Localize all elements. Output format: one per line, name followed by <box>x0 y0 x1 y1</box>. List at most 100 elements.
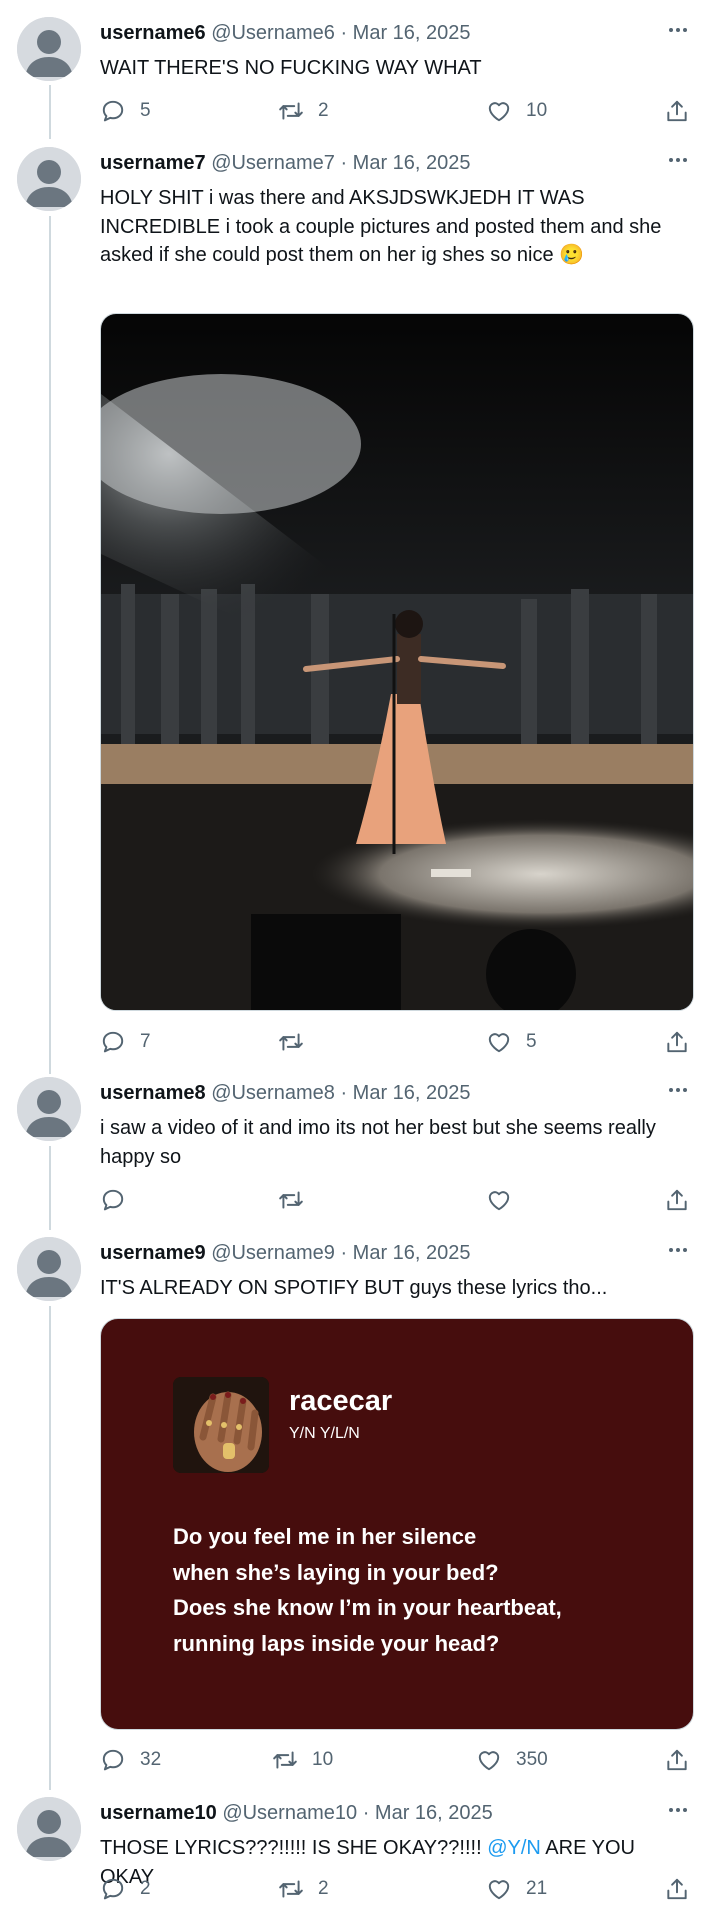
share-icon <box>664 1029 690 1055</box>
display-name[interactable]: username7 <box>100 152 206 174</box>
like-icon <box>486 98 512 124</box>
tweet-text: HOLY SHIT i was there and AKSJDSWKJEDH I… <box>100 187 662 266</box>
share-button[interactable] <box>664 1874 690 1904</box>
tweet-header: username8 @Username8 · Mar 16, 2025 <box>100 1079 471 1107</box>
reply-button[interactable]: 32 <box>100 1745 161 1775</box>
lyrics-line: running laps inside your head? <box>173 1630 500 1656</box>
tweet-actions: 2 2 21 <box>100 1874 692 1904</box>
timestamp[interactable]: Mar 16, 2025 <box>375 1802 493 1824</box>
song-title: racecar <box>289 1385 393 1417</box>
like-button[interactable]: 10 <box>486 96 547 126</box>
reply-button[interactable]: 7 <box>100 1027 151 1057</box>
avatar-placeholder-icon <box>17 1237 81 1301</box>
avatar[interactable] <box>17 1237 81 1301</box>
like-button[interactable] <box>486 1185 526 1215</box>
concert-photo[interactable] <box>100 313 694 1011</box>
lyrics-line: when she’s laying in your bed? <box>173 1559 499 1585</box>
reply-button[interactable]: 5 <box>100 96 151 126</box>
reply-button[interactable]: 2 <box>100 1874 151 1904</box>
avatar-placeholder-icon <box>17 17 81 81</box>
retweet-count: 2 <box>318 100 329 121</box>
mention-link[interactable]: @Y/N <box>487 1837 541 1859</box>
handle[interactable]: @Username8 <box>211 1082 335 1104</box>
reply-button[interactable] <box>100 1185 140 1215</box>
reply-count: 2 <box>140 1878 151 1899</box>
more-icon[interactable] <box>666 1238 690 1262</box>
lyrics-text: Do you feel me in her silence when she’s… <box>173 1519 673 1661</box>
lyrics-card[interactable]: racecar Y/N Y/L/N Do you feel me in her … <box>100 1318 694 1730</box>
retweet-button[interactable]: 2 <box>278 1874 329 1904</box>
timestamp[interactable]: Mar 16, 2025 <box>353 152 471 174</box>
timestamp[interactable]: Mar 16, 2025 <box>353 1242 471 1264</box>
timestamp[interactable]: Mar 16, 2025 <box>353 1082 471 1104</box>
avatar[interactable] <box>17 147 81 211</box>
avatar-placeholder-icon <box>17 1077 81 1141</box>
handle[interactable]: @Username9 <box>211 1242 335 1264</box>
separator: · <box>340 152 348 174</box>
share-icon <box>664 1876 690 1902</box>
more-icon[interactable] <box>666 1078 690 1102</box>
timestamp[interactable]: Mar 16, 2025 <box>353 22 471 44</box>
handle[interactable]: @Username10 <box>222 1802 357 1824</box>
like-button[interactable]: 21 <box>486 1874 547 1904</box>
retweet-button[interactable] <box>278 1027 318 1057</box>
share-button[interactable] <box>664 1185 690 1215</box>
more-icon[interactable] <box>666 148 690 172</box>
tweet-text-part: THOSE LYRICS???!!!!! IS SHE OKAY??!!!! <box>100 1837 488 1859</box>
share-button[interactable] <box>664 96 690 126</box>
display-name[interactable]: username10 <box>100 1802 217 1824</box>
display-name[interactable]: username8 <box>100 1082 206 1104</box>
like-icon <box>476 1747 502 1773</box>
album-cover <box>173 1377 269 1473</box>
like-count: 350 <box>516 1749 548 1770</box>
tweet-actions <box>100 1185 692 1215</box>
tweet-header: username9 @Username9 · Mar 16, 2025 <box>100 1239 471 1267</box>
avatar-placeholder-icon <box>17 147 81 211</box>
separator: · <box>340 1082 348 1104</box>
handle[interactable]: @Username6 <box>211 22 335 44</box>
retweet-button[interactable]: 2 <box>278 96 329 126</box>
tweet-header: username10 @Username10 · Mar 16, 2025 <box>100 1799 493 1827</box>
tweet-text: WAIT THERE'S NO FUCKING WAY WHAT <box>100 57 482 79</box>
tweet[interactable]: username6 @Username6 · Mar 16, 2025 WAIT… <box>0 0 712 145</box>
tweet-actions: 5 2 10 <box>100 96 692 126</box>
like-icon <box>486 1876 512 1902</box>
tweet-text: i saw a video of it and imo its not her … <box>100 1117 656 1168</box>
like-button[interactable]: 5 <box>486 1027 537 1057</box>
more-icon[interactable] <box>666 1798 690 1822</box>
reply-count: 5 <box>140 100 151 121</box>
display-name[interactable]: username9 <box>100 1242 206 1264</box>
share-button[interactable] <box>664 1027 690 1057</box>
share-icon <box>664 1747 690 1773</box>
share-icon <box>664 1187 690 1213</box>
reply-icon <box>100 1876 126 1902</box>
handle[interactable]: @Username7 <box>211 152 335 174</box>
avatar[interactable] <box>17 1797 81 1861</box>
retweet-button[interactable] <box>278 1185 318 1215</box>
tweet-actions: 32 10 350 <box>100 1745 692 1775</box>
tweet-actions: 7 5 <box>100 1027 692 1057</box>
display-name[interactable]: username6 <box>100 22 206 44</box>
share-button[interactable] <box>664 1745 690 1775</box>
like-icon <box>486 1187 512 1213</box>
retweet-button[interactable]: 10 <box>272 1745 333 1775</box>
more-icon[interactable] <box>666 18 690 42</box>
reply-icon <box>100 1747 126 1773</box>
tweet[interactable]: username9 @Username9 · Mar 16, 2025 IT'S… <box>0 1235 712 1793</box>
avatar[interactable] <box>17 1077 81 1141</box>
separator: · <box>340 22 348 44</box>
retweet-count: 2 <box>318 1878 329 1899</box>
like-count: 10 <box>526 100 548 121</box>
retweet-count: 10 <box>312 1749 334 1770</box>
retweet-icon <box>278 1187 304 1213</box>
lyrics-line: Do you feel me in her silence <box>173 1524 477 1549</box>
reply-count: 7 <box>140 1031 151 1052</box>
tweet[interactable]: username10 @Username10 · Mar 16, 2025 TH… <box>0 1795 712 1920</box>
tweet-header: username6 @Username6 · Mar 16, 2025 <box>100 19 471 47</box>
tweet[interactable]: username7 @Username7 · Mar 16, 2025 HOLY… <box>0 145 712 1075</box>
tweet[interactable]: username8 @Username8 · Mar 16, 2025 i sa… <box>0 1075 712 1235</box>
like-button[interactable]: 350 <box>476 1745 548 1775</box>
song-artist: Y/N Y/L/N <box>289 1425 360 1442</box>
lyrics-line: Does she know I’m in your heartbeat, <box>173 1595 562 1620</box>
avatar[interactable] <box>17 17 81 81</box>
